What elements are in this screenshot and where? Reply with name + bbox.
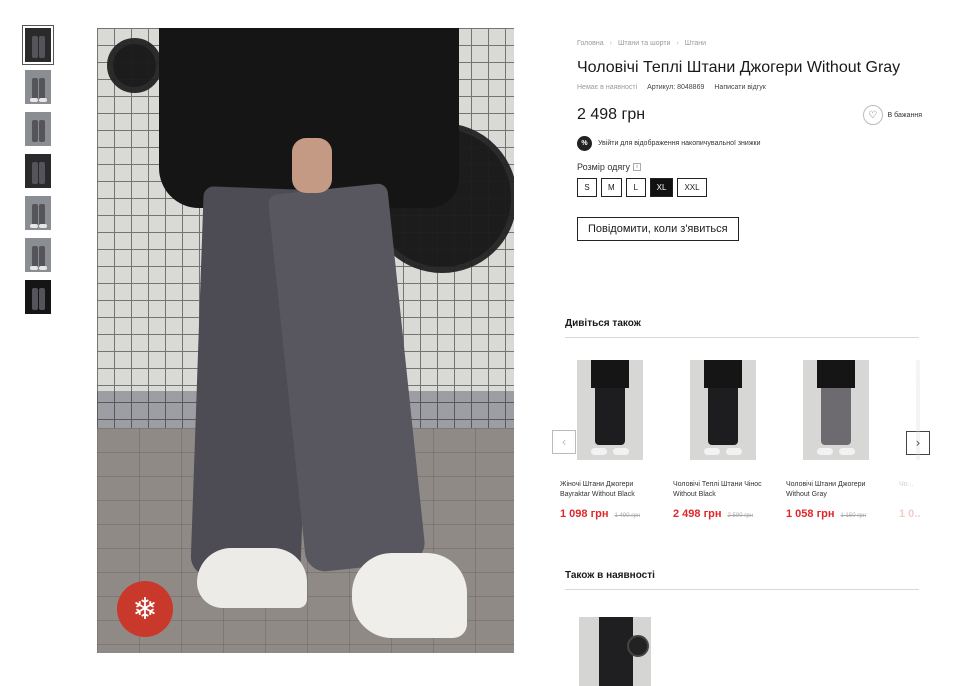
photo-hand [292, 138, 332, 193]
wishlist-label: В бажання [887, 111, 922, 119]
thumbnail-4[interactable] [25, 154, 51, 188]
size-option-xxl[interactable]: XXL [677, 178, 707, 197]
availability-status: Немає в наявності [577, 84, 638, 91]
product-card-name[interactable]: Чо... [899, 480, 920, 500]
product-card-name[interactable]: Чоловічі Теплі Штани Чінос Without Black [673, 480, 778, 500]
article-number: Артикул: 8048869 [647, 84, 705, 91]
product-title: Чоловічі Теплі Штани Джогери Without Gra… [577, 59, 901, 76]
size-label: Розмір одягу i [577, 162, 922, 172]
size-option-xl[interactable]: XL [649, 178, 674, 197]
product-card-name[interactable]: Жіночі Штани Джогери Bayraktar Without B… [560, 480, 665, 500]
size-label-text: Розмір одягу [577, 162, 631, 172]
thumbnail-6[interactable] [25, 238, 51, 272]
size-option-l[interactable]: L [625, 178, 646, 197]
product-card-image[interactable] [803, 360, 869, 460]
product-info: Головна › Штани та шорти › Штани Чоловіч… [577, 40, 922, 241]
product-card-image[interactable] [577, 360, 643, 460]
wishlist-button[interactable]: ♡ В бажання [862, 105, 922, 125]
photo-shoe-right [352, 553, 467, 638]
breadcrumb-category[interactable]: Штани та шорти [618, 40, 671, 47]
product-card[interactable]: Чо... 1 0... [899, 360, 920, 520]
product-card[interactable]: Жіночі Штани Джогери Bayraktar Without B… [560, 360, 665, 520]
see-also-heading: Дивіться також [565, 318, 919, 338]
product-card[interactable]: Чоловічі Штани Джогери Without Gray 1 05… [786, 360, 891, 520]
product-price: 2 498 грн [577, 106, 646, 123]
snowflake-icon: ❄ [117, 581, 173, 637]
product-card-price: 1 058 грн [786, 508, 835, 520]
discount-note: Увійти для відображення накопичувальної … [598, 140, 761, 147]
chevron-right-icon: › [609, 40, 612, 47]
percent-icon: % [577, 136, 592, 151]
photo-shoe-left [197, 548, 307, 608]
product-card-old-price: 2 590 грн [727, 513, 754, 519]
product-card-price: 1 0... [899, 508, 920, 520]
in-stock-product-image[interactable] [579, 617, 651, 686]
main-product-image[interactable]: ❄ [97, 28, 514, 653]
discount-login-link[interactable]: % Увійти для відображення накопичувально… [577, 136, 922, 151]
product-card-old-price: 1 150 грн [840, 513, 867, 519]
heart-icon: ♡ [862, 105, 883, 125]
product-card-old-price: 1 490 грн [614, 513, 641, 519]
product-card-name[interactable]: Чоловічі Штани Джогери Without Gray [786, 480, 891, 500]
write-review-link[interactable]: Написати відгук [714, 84, 765, 91]
thumbnail-7[interactable] [25, 280, 51, 314]
product-card-price: 1 098 грн [560, 508, 609, 520]
size-option-m[interactable]: M [601, 178, 622, 197]
notify-when-available-button[interactable]: Повідомити, коли з'явиться [577, 217, 739, 241]
thumbnail-2[interactable] [25, 70, 51, 104]
in-stock-heading: Також в наявності [565, 570, 919, 590]
breadcrumb-subcategory[interactable]: Штани [685, 40, 706, 47]
product-card-price: 2 498 грн [673, 508, 722, 520]
size-option-s[interactable]: S [577, 178, 597, 197]
breadcrumb: Головна › Штани та шорти › Штани [577, 40, 922, 47]
product-card-image[interactable] [916, 360, 920, 460]
thumbnail-5[interactable] [25, 196, 51, 230]
see-also-carousel: Жіночі Штани Джогери Bayraktar Without B… [560, 360, 920, 530]
product-meta: Немає в наявності Артикул: 8048869 Напис… [577, 84, 922, 91]
chevron-right-icon: › [676, 40, 679, 47]
size-selector: S M L XL XXL [577, 178, 922, 197]
price-row: 2 498 грн ♡ В бажання [577, 105, 922, 125]
thumbnail-3[interactable] [25, 112, 51, 146]
product-card[interactable]: Чоловічі Теплі Штани Чінос Without Black… [673, 360, 778, 520]
thumbnail-1[interactable] [22, 25, 54, 65]
thumbnail-strip [20, 25, 56, 322]
breadcrumb-home[interactable]: Головна [577, 40, 604, 47]
size-guide-icon[interactable]: i [633, 163, 642, 171]
product-card-image[interactable] [690, 360, 756, 460]
